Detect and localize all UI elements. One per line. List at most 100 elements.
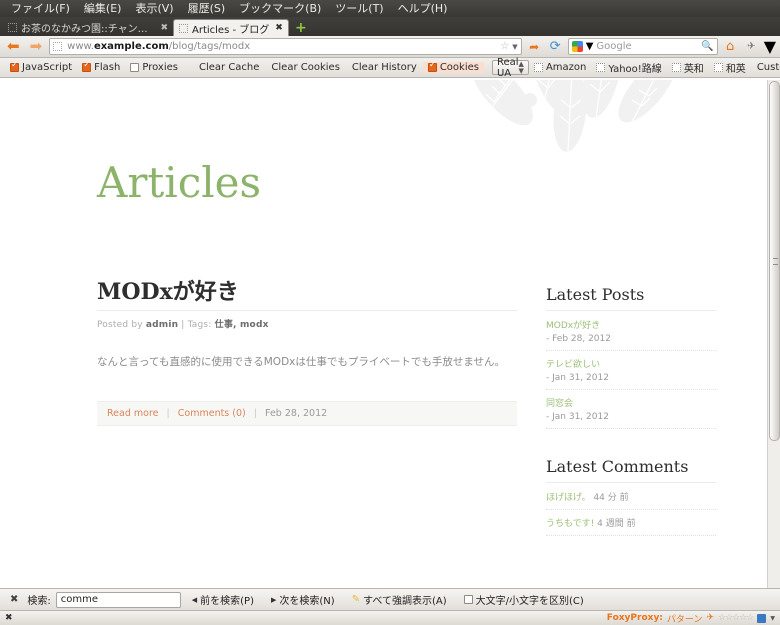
reload-icon[interactable]: ⟳: [547, 38, 564, 55]
navigation-toolbar: ⬅ ➡ www.example.com/blog/tags/modx ☆ ▼ ➦…: [0, 36, 780, 58]
bookmark-waei[interactable]: 和英: [709, 60, 751, 75]
menu-item-edit[interactable]: 編集(E): [77, 0, 129, 17]
menu-item-bookmarks[interactable]: ブックマーク(B): [232, 0, 328, 17]
page-scrollbar[interactable]: [767, 80, 780, 588]
bookmark-amazon[interactable]: Amazon: [529, 62, 591, 73]
addon-status-icon[interactable]: [757, 613, 767, 623]
latest-post-date: - Jan 31, 2012: [546, 412, 609, 422]
menu-item-file[interactable]: ファイル(F): [4, 0, 77, 17]
foxyproxy-label[interactable]: FoxyProxy:: [607, 613, 663, 623]
match-case-checkbox[interactable]: 大文字/小文字を区別(C): [458, 592, 590, 607]
find-previous-button[interactable]: ◀ 前を検索(P): [186, 592, 260, 608]
sidebar-column: Latest Posts MODxが好き - Feb 28, 2012 テレビ欲…: [546, 285, 716, 542]
user-agent-select[interactable]: Real UA ▲ ▼: [491, 57, 529, 79]
latest-posts-heading: Latest Posts: [546, 285, 645, 304]
latest-post-link[interactable]: テレビ欲しい: [546, 357, 716, 370]
close-icon[interactable]: ✖: [160, 23, 168, 33]
chevron-down-icon[interactable]: ▼: [512, 43, 517, 51]
extension-icon[interactable]: ✈: [743, 38, 760, 55]
stepper-icon[interactable]: ▲ ▼: [519, 60, 524, 75]
find-input[interactable]: comme: [55, 591, 181, 608]
checkbox-icon[interactable]: [427, 61, 437, 72]
scrollbar-thumb[interactable]: [769, 81, 780, 441]
find-next-button[interactable]: ▶ 次を検索(N): [265, 592, 341, 608]
triangle-left-icon: ◀: [191, 595, 198, 604]
list-item[interactable]: MODxが好き - Feb 28, 2012: [546, 318, 716, 351]
latest-comments-heading: Latest Comments: [546, 457, 689, 476]
menu-item-tools[interactable]: ツール(T): [328, 0, 390, 17]
status-bar: ✖ FoxyProxy: パターン ✈ ☆☆☆☆☆ ▼: [0, 610, 780, 625]
highlight-all-button[interactable]: ✎ すべて強調表示(A): [346, 592, 453, 607]
close-icon[interactable]: ✖: [275, 23, 283, 33]
status-right-group: FoxyProxy: パターン ✈ ☆☆☆☆☆ ▼: [607, 612, 775, 625]
comment-text[interactable]: うちもです!: [546, 519, 594, 529]
favicon-icon: [596, 63, 606, 72]
toggle-flash[interactable]: Flash: [77, 61, 125, 73]
menu-bar: ファイル(F) 編集(E) 表示(V) 履歴(S) ブックマーク(B) ツール(…: [0, 0, 780, 17]
post-author[interactable]: admin: [146, 320, 178, 330]
menu-item-help[interactable]: ヘルプ(H): [391, 0, 455, 17]
customize-button[interactable]: Customize: [751, 62, 780, 73]
plane-icon[interactable]: ✈: [706, 613, 714, 623]
tab-label: お茶のなかみつ園::チャンク:...: [21, 24, 155, 35]
post-meta: Posted by admin | Tags: 仕事, modx: [97, 311, 517, 330]
separator: |: [166, 407, 170, 419]
user-agent-value: Real UA: [496, 56, 519, 79]
foxyproxy-mode[interactable]: パターン: [667, 612, 703, 625]
list-item[interactable]: 同窓会 - Jan 31, 2012: [546, 396, 716, 429]
checkbox-icon[interactable]: [130, 63, 140, 72]
clear-cookies-button[interactable]: Clear Cookies: [265, 62, 345, 73]
chevron-down-icon[interactable]: ▼: [770, 615, 775, 622]
bookmark-yahoo-rosen[interactable]: Yahoo!路線: [591, 60, 666, 75]
star-rating-icon[interactable]: ☆☆☆☆☆: [718, 613, 754, 623]
chevron-down-icon[interactable]: ▼: [586, 41, 594, 52]
latest-post-link[interactable]: MODxが好き: [546, 318, 716, 331]
find-bar: ✖ 検索: comme ◀ 前を検索(P) ▶ 次を検索(N) ✎ すべて強調表示(A…: [0, 588, 780, 610]
tab-label: Articles - ブログ: [192, 24, 270, 36]
go-arrow-icon[interactable]: ➦: [526, 38, 543, 55]
new-tab-button[interactable]: +: [292, 19, 310, 36]
site-title[interactable]: Articles: [97, 162, 261, 204]
comments-link[interactable]: Comments (0): [178, 408, 246, 419]
chevron-down-icon[interactable]: ▼: [764, 37, 776, 56]
back-arrow-icon[interactable]: ⬅: [4, 39, 23, 54]
post-footer: Read more | Comments (0) | Feb 28, 2012: [97, 400, 517, 426]
site-header: Articles Articles By Me: [0, 80, 767, 205]
browser-tab-inactive[interactable]: お茶のなかみつ園::チャンク:... ✖: [3, 19, 173, 36]
post-title[interactable]: MODxが好き: [97, 280, 517, 304]
url-bar[interactable]: www.example.com/blog/tags/modx ☆ ▼: [49, 38, 522, 55]
list-item[interactable]: テレビ欲しい - Jan 31, 2012: [546, 357, 716, 390]
home-icon[interactable]: ⌂: [722, 38, 739, 55]
search-input[interactable]: Google: [596, 41, 698, 52]
page-viewport: Articles Articles By Me MODxが好き Posted b…: [0, 80, 780, 588]
url-text: www.example.com/blog/tags/modx: [67, 41, 251, 52]
checkbox-icon[interactable]: [10, 61, 19, 72]
checkbox-icon[interactable]: [463, 595, 473, 604]
browser-tab-active[interactable]: Articles - ブログ ✖: [173, 19, 289, 36]
close-icon[interactable]: ✖: [6, 594, 22, 605]
list-item[interactable]: ほげほげ。 44 分 前: [546, 490, 716, 510]
list-item[interactable]: うちもです! 4 週間 前: [546, 516, 716, 536]
toggle-javascript-label: JavaScript: [22, 62, 73, 73]
toggle-proxies[interactable]: Proxies: [125, 62, 183, 73]
checkbox-icon[interactable]: [82, 61, 92, 72]
clear-history-button[interactable]: Clear History: [346, 62, 423, 73]
search-icon[interactable]: 🔍: [701, 41, 713, 52]
menu-item-history[interactable]: 履歴(S): [181, 0, 233, 17]
forward-arrow-icon[interactable]: ➡: [27, 39, 46, 54]
tags-label: Tags:: [187, 320, 212, 331]
close-icon[interactable]: ✖: [5, 613, 13, 623]
bookmark-eiwa[interactable]: 英和: [667, 60, 709, 75]
latest-post-link[interactable]: 同窓会: [546, 396, 716, 409]
post-tags[interactable]: 仕事, modx: [215, 320, 269, 330]
toggle-javascript[interactable]: JavaScript: [5, 61, 77, 73]
comment-text[interactable]: ほげほげ。: [546, 493, 591, 503]
toggle-cookies[interactable]: Cookies: [422, 61, 484, 73]
tab-strip: お茶のなかみつ園::チャンク:... ✖ Articles - ブログ ✖ +: [0, 17, 780, 36]
favicon-icon: [179, 23, 188, 33]
menu-item-view[interactable]: 表示(V): [128, 0, 180, 17]
clear-cache-button[interactable]: Clear Cache: [193, 62, 265, 73]
read-more-link[interactable]: Read more: [107, 408, 159, 419]
bookmark-star-icon[interactable]: ☆: [496, 41, 509, 52]
search-bar[interactable]: ▼ Google 🔍: [567, 38, 718, 55]
